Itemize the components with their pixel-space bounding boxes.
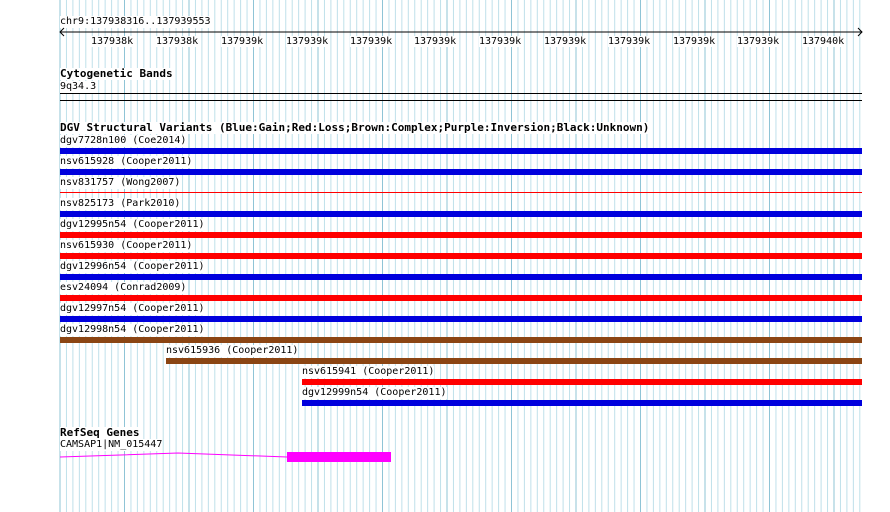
dgv-feature-bar[interactable] xyxy=(60,274,862,280)
dgv-feature-bar[interactable] xyxy=(60,232,862,238)
dgv-feature-bar[interactable] xyxy=(60,316,862,322)
cytoband-line-top xyxy=(60,93,862,94)
dgv-feature-bar[interactable] xyxy=(60,169,862,175)
dgv-feature-label[interactable]: dgv12999n54 (Cooper2011) xyxy=(302,387,447,399)
dgv-feature-bar[interactable] xyxy=(60,192,862,193)
dgv-feature-bar[interactable] xyxy=(60,148,862,154)
dgv-track-title: DGV Structural Variants (Blue:Gain;Red:L… xyxy=(60,121,650,134)
ruler-tick-label: 137939k xyxy=(350,36,393,47)
ruler-tick-label: 137939k xyxy=(673,36,716,47)
ruler-tick-label: 137939k xyxy=(608,36,651,47)
dgv-feature-label[interactable]: dgv12997n54 (Cooper2011) xyxy=(60,303,205,315)
dgv-feature-bar[interactable] xyxy=(302,379,862,385)
dgv-feature-label[interactable]: nsv615928 (Cooper2011) xyxy=(60,156,193,168)
dgv-feature-label[interactable]: dgv7728n100 (Coe2014) xyxy=(60,135,187,147)
dgv-feature-label[interactable]: nsv615936 (Cooper2011) xyxy=(166,345,299,357)
cytoband-label: 9q34.3 xyxy=(60,81,97,93)
dgv-feature-label[interactable]: dgv12996n54 (Cooper2011) xyxy=(60,261,205,273)
dgv-feature-label[interactable]: nsv615930 (Cooper2011) xyxy=(60,240,193,252)
ruler-tick-label: 137940k xyxy=(802,36,845,47)
cytoband-track-title: Cytogenetic Bands xyxy=(60,67,173,80)
ruler-tick-label: 137938k xyxy=(91,36,134,47)
cytoband-line-bottom xyxy=(60,100,862,101)
dgv-feature-bar[interactable] xyxy=(60,211,862,217)
ruler-tick-label: 137939k xyxy=(544,36,587,47)
dgv-feature-label[interactable]: esv24094 (Conrad2009) xyxy=(60,282,187,294)
dgv-feature-bar[interactable] xyxy=(166,358,862,364)
dgv-feature-label[interactable]: dgv12995n54 (Cooper2011) xyxy=(60,219,205,231)
dgv-feature-label[interactable]: nsv831757 (Wong2007) xyxy=(60,177,181,189)
dgv-feature-bar[interactable] xyxy=(60,253,862,259)
dgv-feature-label[interactable]: nsv825173 (Park2010) xyxy=(60,198,181,210)
ruler-tick-label: 137939k xyxy=(479,36,522,47)
ruler-tick-label: 137939k xyxy=(737,36,780,47)
ruler-tick-label: 137939k xyxy=(286,36,329,47)
dgv-feature-label[interactable]: nsv615941 (Cooper2011) xyxy=(302,366,435,378)
dgv-feature-bar[interactable] xyxy=(60,337,862,343)
ruler-tick-label: 137938k xyxy=(156,36,199,47)
ruler-tick-label: 137939k xyxy=(221,36,264,47)
dgv-feature-label[interactable]: dgv12998n54 (Cooper2011) xyxy=(60,324,205,336)
dgv-feature-bar[interactable] xyxy=(302,400,862,406)
refseq-track-title: RefSeq Genes xyxy=(60,426,140,439)
refseq-gene-glyph[interactable] xyxy=(58,448,398,464)
dgv-feature-bar[interactable] xyxy=(60,295,862,301)
ruler-tick-label: 137939k xyxy=(414,36,457,47)
